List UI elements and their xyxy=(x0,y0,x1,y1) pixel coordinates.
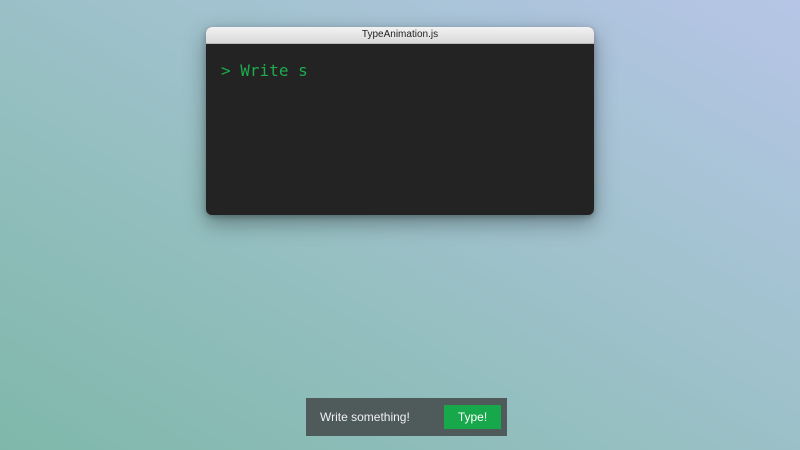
terminal-output: > Write s xyxy=(206,44,594,97)
type-button[interactable]: Type! xyxy=(444,405,501,429)
text-input[interactable] xyxy=(320,410,444,424)
terminal-window: TypeAnimation.js > Write s xyxy=(206,27,594,215)
control-bar: Type! xyxy=(306,398,507,436)
typed-text: Write s xyxy=(240,61,308,80)
window-title: TypeAnimation.js xyxy=(361,29,439,40)
terminal-titlebar: TypeAnimation.js xyxy=(206,27,594,44)
terminal-prompt: > xyxy=(221,61,231,80)
